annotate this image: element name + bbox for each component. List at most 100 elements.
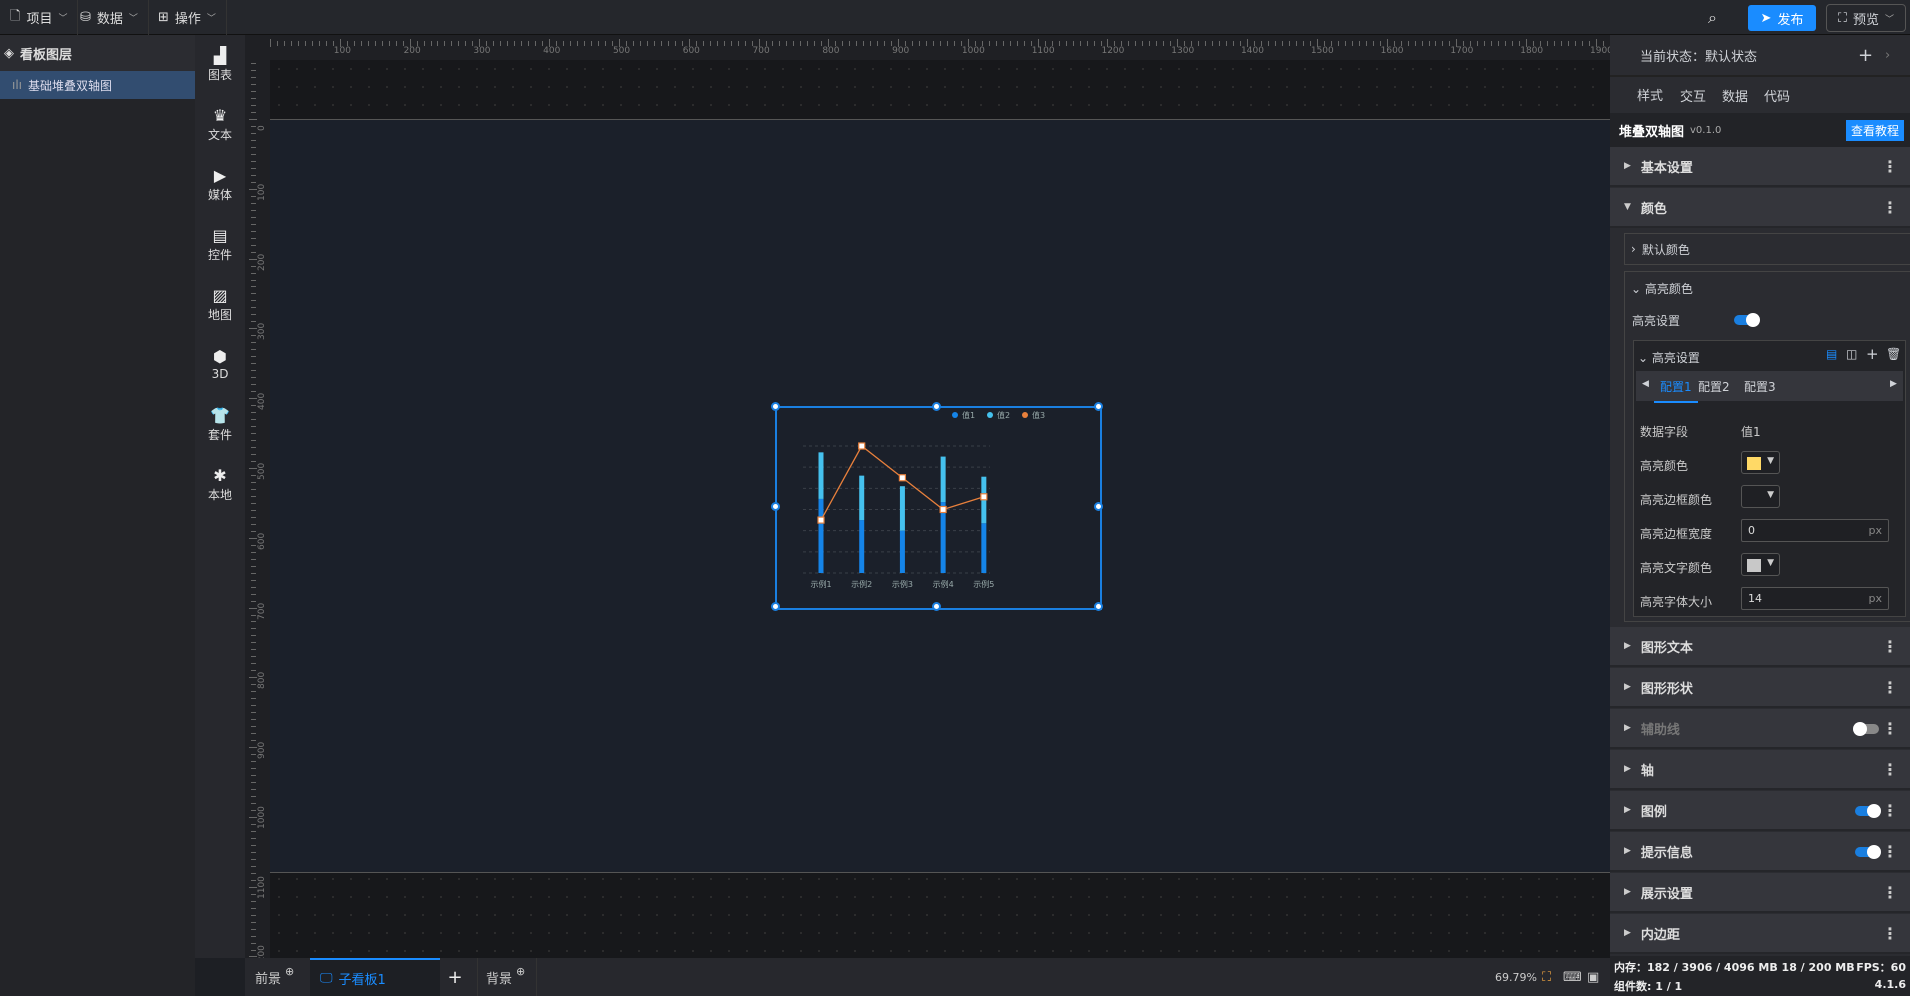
tool-local[interactable]: ✱ 本地: [195, 455, 245, 515]
section-axis[interactable]: ▶ 轴 ⋮: [1610, 750, 1910, 790]
menu-project[interactable]: 🗋 项目 ﹀: [0, 0, 79, 35]
tab-config-3[interactable]: 配置3: [1744, 378, 1776, 395]
highlight-color-header[interactable]: ⌄ 高亮颜色: [1631, 280, 1693, 297]
ruler-tick: [604, 41, 606, 46]
tutorial-button[interactable]: 查看教程: [1845, 120, 1904, 141]
highlight-color-picker[interactable]: ▼: [1741, 451, 1780, 474]
section-display[interactable]: ▶ 展示设置 ⋮: [1610, 873, 1910, 913]
add-icon[interactable]: +: [1866, 345, 1879, 363]
add-circle-icon[interactable]: ⊕: [285, 965, 294, 978]
fit-screen-icon[interactable]: ⛶: [1542, 958, 1551, 996]
tooltip-toggle[interactable]: [1855, 845, 1881, 859]
chevron-right-icon[interactable]: ›: [1885, 48, 1890, 63]
menu-data[interactable]: ⛁ 数据 ﹀: [70, 0, 149, 35]
chart-widget[interactable]: 示例1 示例2 示例3 示例4 示例5 值1 值2 值3: [770, 401, 1103, 611]
layer-item[interactable]: ılı 基础堆叠双轴图: [0, 71, 195, 99]
tool-chart[interactable]: ▟ 图表: [195, 35, 245, 95]
more-icon[interactable]: ⋮: [1882, 924, 1898, 943]
preview-button[interactable]: ⛶ 预览 ﹀: [1826, 4, 1906, 32]
ruler-tick: [251, 70, 256, 72]
tab-foreground[interactable]: 前景 ⊕: [255, 958, 305, 996]
section-shape-text[interactable]: ▶ 图形文本 ⋮: [1610, 627, 1910, 667]
zoom-level[interactable]: 69.79%: [1495, 958, 1537, 996]
ruler-tick: [251, 586, 256, 588]
ruler-tick: [251, 153, 256, 155]
resize-handle[interactable]: [1093, 601, 1103, 611]
section-shape-form[interactable]: ▶ 图形形状 ⋮: [1610, 668, 1910, 708]
resize-handle[interactable]: [932, 401, 941, 411]
section-guide-line[interactable]: ▶ 辅助线 ⋮: [1610, 709, 1910, 749]
ruler-tick: [251, 921, 256, 923]
border-color-picker[interactable]: ▼: [1741, 485, 1780, 508]
more-icon[interactable]: ⋮: [1882, 842, 1898, 861]
resize-handle[interactable]: [1093, 401, 1103, 411]
layout-icon[interactable]: ▤: [1826, 347, 1837, 361]
more-icon[interactable]: ⋮: [1882, 678, 1898, 697]
resize-handle[interactable]: [770, 601, 780, 611]
caret-left-icon[interactable]: ◀: [1642, 379, 1649, 389]
ruler-tick: [849, 41, 851, 46]
tool-kit[interactable]: 👕 套件: [195, 395, 245, 455]
more-icon[interactable]: ⋮: [1882, 719, 1898, 738]
section-legend[interactable]: ▶ 图例 ⋮: [1610, 791, 1910, 831]
more-icon[interactable]: ⋮: [1882, 637, 1898, 656]
resize-handle[interactable]: [1093, 501, 1103, 511]
section-tooltip[interactable]: ▶ 提示信息 ⋮: [1610, 832, 1910, 872]
caret-right-icon[interactable]: ▶: [1890, 379, 1897, 389]
ruler-tick: [251, 202, 256, 204]
tab-data[interactable]: 数据: [1722, 86, 1748, 105]
add-circle-icon[interactable]: ⊕: [516, 965, 525, 978]
tab-background[interactable]: 背景 ⊕: [477, 958, 537, 996]
resize-handle[interactable]: [770, 401, 780, 411]
tab-board[interactable]: 🖵 子看板1: [310, 958, 440, 996]
ruler-tick: [251, 768, 256, 770]
chevron-down-icon: ﹀: [206, 14, 216, 24]
more-icon[interactable]: ⋮: [1882, 157, 1898, 176]
ruler-tick: [249, 467, 257, 469]
highlight-settings-header[interactable]: ⌄ 高亮设置: [1638, 349, 1700, 366]
subsection-default-color[interactable]: › 默认颜色: [1624, 233, 1910, 265]
ruler-tick: [251, 391, 256, 393]
more-icon[interactable]: ⋮: [1882, 883, 1898, 902]
tool-map[interactable]: ▨ 地图: [195, 275, 245, 335]
more-icon[interactable]: ⋮: [1882, 198, 1898, 217]
more-icon[interactable]: ⋮: [1882, 801, 1898, 820]
terminal-icon[interactable]: ▣: [1587, 958, 1599, 996]
tab-config-1[interactable]: 配置1: [1654, 378, 1698, 403]
font-size-input[interactable]: 14 px: [1741, 587, 1889, 610]
search-icon[interactable]: ⌕: [1708, 8, 1717, 28]
keyboard-icon[interactable]: ⌨: [1563, 958, 1582, 996]
ruler-tick: [251, 558, 256, 560]
tool-control[interactable]: ▤ 控件: [195, 215, 245, 275]
add-board-button[interactable]: +: [440, 958, 470, 996]
highlight-toggle[interactable]: [1734, 313, 1760, 327]
ruler-label: 1500: [1310, 46, 1334, 56]
add-state-icon[interactable]: +: [1858, 45, 1873, 66]
ruler-tick: [353, 41, 355, 46]
state-select[interactable]: 默认状态: [1705, 46, 1757, 65]
legend-toggle[interactable]: [1855, 804, 1881, 818]
border-width-input[interactable]: 0 px: [1741, 519, 1889, 542]
menu-operation[interactable]: ⊞ 操作 ﹀: [148, 0, 227, 35]
legend-marker: [987, 412, 993, 418]
section-color[interactable]: ▼ 颜色 ⋮: [1610, 188, 1910, 228]
tab-config-2[interactable]: 配置2: [1698, 378, 1730, 395]
guide-line-toggle[interactable]: [1853, 722, 1879, 736]
tab-style[interactable]: 样式: [1632, 75, 1669, 116]
publish-button[interactable]: ➤ 发布: [1748, 5, 1816, 31]
more-icon[interactable]: ⋮: [1882, 760, 1898, 779]
bar-值1: [981, 523, 987, 573]
resize-handle[interactable]: [770, 501, 780, 511]
columns-icon[interactable]: ◫: [1846, 347, 1857, 361]
tab-interaction[interactable]: 交互: [1680, 86, 1706, 105]
trash-icon[interactable]: 🗑: [1886, 347, 1901, 361]
section-padding[interactable]: ▶ 内边距 ⋮: [1610, 914, 1910, 954]
resize-handle[interactable]: [932, 601, 941, 611]
tool-media[interactable]: ▶ 媒体: [195, 155, 245, 215]
tab-code[interactable]: 代码: [1764, 86, 1790, 105]
section-basic[interactable]: ▶ 基本设置 ⋮: [1610, 147, 1910, 187]
ruler-tick: [251, 621, 256, 623]
tool-text[interactable]: ♛ 文本: [195, 95, 245, 155]
text-color-picker[interactable]: ▼: [1741, 553, 1780, 576]
tool-3d[interactable]: ⬢ 3D: [195, 335, 245, 395]
